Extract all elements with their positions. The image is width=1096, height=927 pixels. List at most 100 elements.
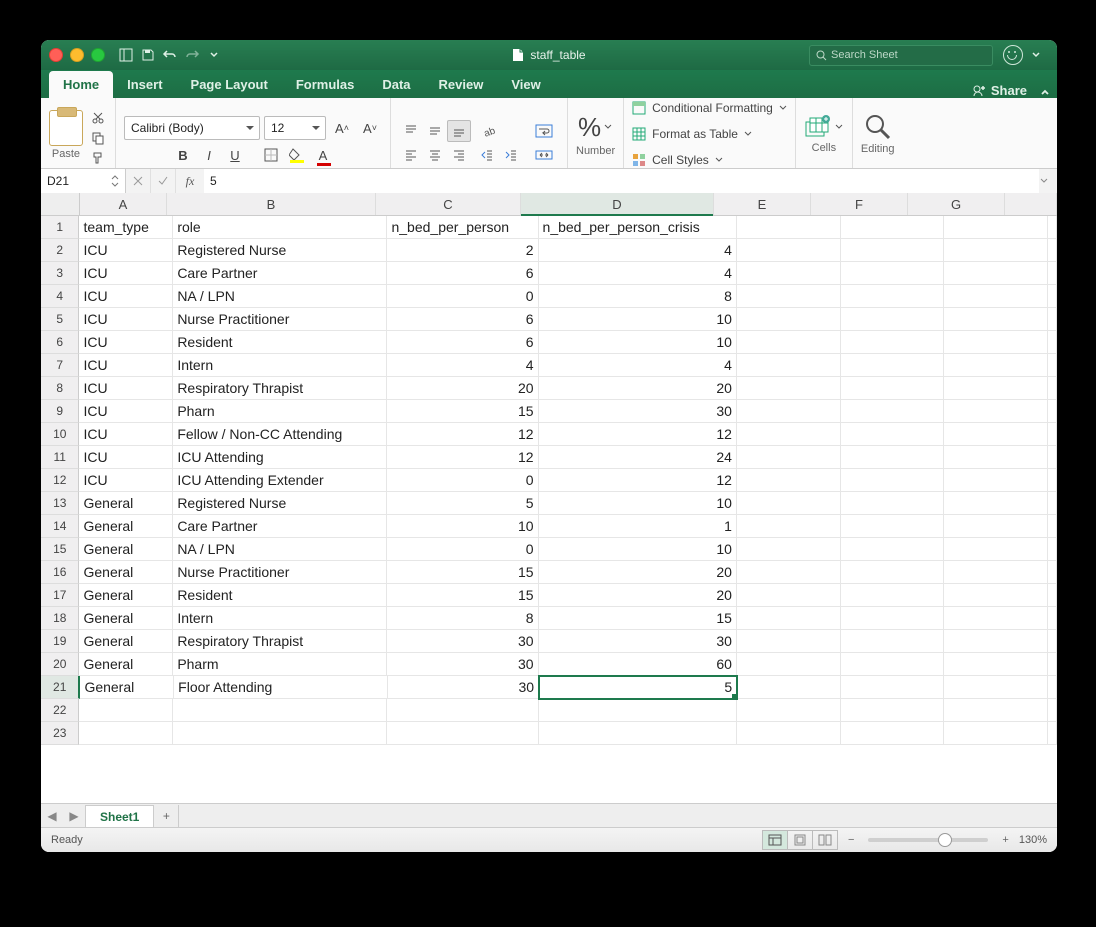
cell-F1[interactable]: [841, 216, 945, 239]
cell-B15[interactable]: NA / LPN: [173, 538, 387, 561]
cell-A8[interactable]: ICU: [79, 377, 173, 400]
view-normal-button[interactable]: [762, 830, 788, 850]
cell-F18[interactable]: [841, 607, 945, 630]
cell-F16[interactable]: [841, 561, 945, 584]
row-header-2[interactable]: 2: [41, 239, 79, 262]
cell-blank[interactable]: [1048, 699, 1057, 722]
row-header-10[interactable]: 10: [41, 423, 79, 446]
cell-B16[interactable]: Nurse Practitioner: [173, 561, 387, 584]
row-header-18[interactable]: 18: [41, 607, 79, 630]
cell-D10[interactable]: 12: [539, 423, 737, 446]
row-header-5[interactable]: 5: [41, 308, 79, 331]
copy-button[interactable]: [89, 130, 107, 146]
cell-blank[interactable]: [1048, 492, 1057, 515]
cell-D8[interactable]: 20: [539, 377, 737, 400]
cell-F11[interactable]: [841, 446, 945, 469]
cell-B2[interactable]: Registered Nurse: [173, 239, 387, 262]
align-center-button[interactable]: [423, 144, 447, 166]
cell-E20[interactable]: [737, 653, 841, 676]
cell-blank[interactable]: [1048, 653, 1057, 676]
cell-E19[interactable]: [737, 630, 841, 653]
cell-C5[interactable]: 6: [387, 308, 538, 331]
cell-E17[interactable]: [737, 584, 841, 607]
view-page-break-button[interactable]: [812, 830, 838, 850]
cell-A12[interactable]: ICU: [79, 469, 173, 492]
cell-A14[interactable]: General: [79, 515, 173, 538]
cell-blank[interactable]: [1048, 308, 1057, 331]
cell-G5[interactable]: [944, 308, 1048, 331]
cell-G14[interactable]: [944, 515, 1048, 538]
cell-G8[interactable]: [944, 377, 1048, 400]
cell-G18[interactable]: [944, 607, 1048, 630]
cell-E7[interactable]: [737, 354, 841, 377]
cell-B1[interactable]: role: [173, 216, 387, 239]
cell-F2[interactable]: [841, 239, 945, 262]
align-top-button[interactable]: [399, 120, 423, 142]
cell-E12[interactable]: [737, 469, 841, 492]
format-as-table-button[interactable]: Format as Table: [632, 123, 787, 146]
tab-insert[interactable]: Insert: [113, 71, 176, 98]
sheet-tab-sheet1[interactable]: Sheet1: [85, 805, 154, 828]
cell-C7[interactable]: 4: [387, 354, 538, 377]
column-header-G[interactable]: G: [908, 193, 1005, 215]
share-button[interactable]: Share: [966, 83, 1033, 98]
cell-blank[interactable]: [1048, 400, 1057, 423]
name-box-stepper-icon[interactable]: [111, 175, 119, 187]
cell-F6[interactable]: [841, 331, 945, 354]
orientation-button[interactable]: ab: [475, 120, 505, 142]
row-header-8[interactable]: 8: [41, 377, 79, 400]
cell-A19[interactable]: General: [79, 630, 173, 653]
cell-blank[interactable]: [1048, 561, 1057, 584]
cell-A16[interactable]: General: [79, 561, 173, 584]
cell-B20[interactable]: Pharm: [173, 653, 387, 676]
cell-B23[interactable]: [173, 722, 387, 745]
tab-review[interactable]: Review: [425, 71, 498, 98]
cell-blank[interactable]: [1048, 722, 1057, 745]
cell-E9[interactable]: [737, 400, 841, 423]
row-header-17[interactable]: 17: [41, 584, 79, 607]
cell-A1[interactable]: team_type: [79, 216, 173, 239]
cell-B9[interactable]: Pharn: [173, 400, 387, 423]
cell-G6[interactable]: [944, 331, 1048, 354]
cell-F20[interactable]: [841, 653, 945, 676]
cell-F15[interactable]: [841, 538, 945, 561]
cell-D1[interactable]: n_bed_per_person_crisis: [539, 216, 737, 239]
cell-F10[interactable]: [841, 423, 945, 446]
cell-E6[interactable]: [737, 331, 841, 354]
cells-icon[interactable]: [804, 114, 832, 140]
cell-C9[interactable]: 15: [387, 400, 538, 423]
cell-A7[interactable]: ICU: [79, 354, 173, 377]
cell-F14[interactable]: [841, 515, 945, 538]
cell-blank[interactable]: [1048, 676, 1057, 699]
cell-G3[interactable]: [944, 262, 1048, 285]
cell-B11[interactable]: ICU Attending: [173, 446, 387, 469]
cell-G17[interactable]: [944, 584, 1048, 607]
cell-A13[interactable]: General: [79, 492, 173, 515]
cell-G11[interactable]: [944, 446, 1048, 469]
formula-input[interactable]: 5: [204, 169, 1039, 193]
close-window-button[interactable]: [49, 48, 63, 62]
row-header-9[interactable]: 9: [41, 400, 79, 423]
cell-blank[interactable]: [1048, 216, 1057, 239]
row-header-6[interactable]: 6: [41, 331, 79, 354]
cell-E21[interactable]: [737, 676, 841, 699]
cell-A4[interactable]: ICU: [79, 285, 173, 308]
row-header-16[interactable]: 16: [41, 561, 79, 584]
column-header-F[interactable]: F: [811, 193, 908, 215]
row-header-14[interactable]: 14: [41, 515, 79, 538]
row-header-11[interactable]: 11: [41, 446, 79, 469]
cell-D19[interactable]: 30: [539, 630, 737, 653]
cell-A20[interactable]: General: [79, 653, 173, 676]
tab-page-layout[interactable]: Page Layout: [177, 71, 282, 98]
cell-D15[interactable]: 10: [539, 538, 737, 561]
cell-G7[interactable]: [944, 354, 1048, 377]
cell-A2[interactable]: ICU: [79, 239, 173, 262]
cell-F23[interactable]: [841, 722, 945, 745]
cell-blank[interactable]: [1048, 630, 1057, 653]
cell-E15[interactable]: [737, 538, 841, 561]
zoom-out-button[interactable]: −: [848, 834, 854, 846]
column-header-B[interactable]: B: [167, 193, 376, 215]
cell-E13[interactable]: [737, 492, 841, 515]
cell-G23[interactable]: [944, 722, 1048, 745]
shrink-font-button[interactable]: A˅: [358, 117, 382, 139]
